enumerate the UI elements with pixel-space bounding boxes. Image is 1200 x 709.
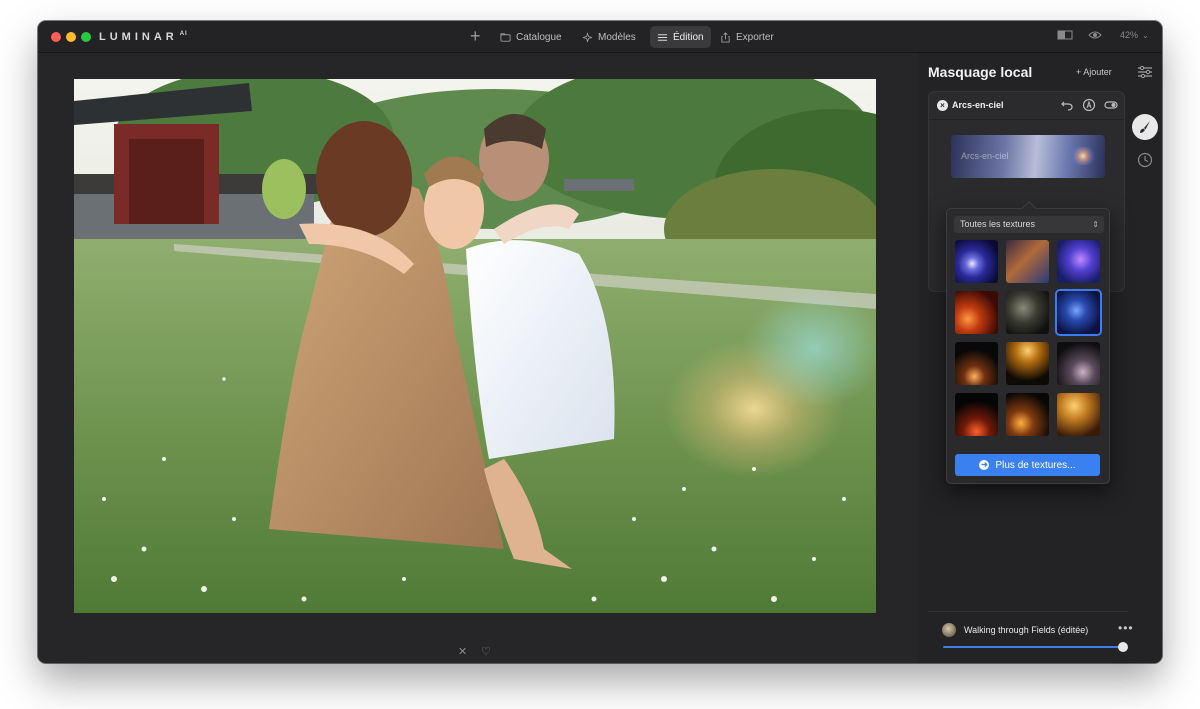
preview-eye-button[interactable] [1088, 30, 1102, 40]
history-button[interactable] [1132, 147, 1158, 173]
texture-tile-1[interactable] [955, 240, 998, 283]
add-photos-button[interactable]: + [470, 26, 481, 46]
app-logo: LUMINAR AI [99, 31, 188, 43]
panel-title: Masquage local [928, 64, 1033, 80]
texture-preview[interactable]: Arcs-en-ciel [951, 135, 1105, 178]
arrow-right-icon: ➜ [979, 460, 990, 470]
mask-a-icon[interactable] [1082, 98, 1096, 112]
close-icon: ✕ [458, 646, 468, 658]
layer-header: × Arcs-en-ciel [929, 92, 1124, 120]
sparkle-icon [582, 32, 593, 42]
photo-image [74, 79, 876, 613]
texture-flare [1071, 147, 1095, 165]
layer-name: Arcs-en-ciel [952, 100, 1004, 110]
brush-icon [1140, 121, 1150, 133]
nav-modeles[interactable]: Modèles [575, 26, 643, 48]
layer-tools [1060, 98, 1118, 112]
compare-button[interactable] [1057, 30, 1073, 40]
canvas-area: ✕ ♡ [38, 53, 918, 663]
texture-filter-select[interactable]: Toutes les textures ⇕ [954, 216, 1104, 233]
texture-tile-12[interactable] [1057, 393, 1100, 436]
clock-icon [1137, 152, 1153, 168]
file-name: Walking through Fields (éditée) [964, 625, 1089, 635]
file-footer: Walking through Fields (éditée) ••• [942, 621, 1134, 653]
texture-tile-9[interactable] [1057, 342, 1100, 385]
adjustments-icon [1138, 65, 1152, 79]
texture-tile-3[interactable] [1057, 240, 1100, 283]
texture-tile-8[interactable] [1006, 342, 1049, 385]
nav-catalogue[interactable]: Catalogue [493, 26, 569, 48]
footer-divider [928, 611, 1138, 612]
main-photo[interactable] [74, 79, 876, 613]
texture-preview-label: Arcs-en-ciel [961, 151, 1009, 161]
nav-exporter[interactable]: Exporter [713, 26, 781, 48]
tool-rail [1128, 53, 1162, 663]
opacity-slider-knob[interactable] [1118, 642, 1128, 652]
texture-tile-7[interactable] [955, 342, 998, 385]
adjustments-button[interactable] [1132, 59, 1158, 85]
texture-tile-2[interactable] [1006, 240, 1049, 283]
add-layer-button[interactable]: + Ajouter [1076, 67, 1112, 77]
titlebar: LUMINAR AI + Catalogue Modèles Édition Ex… [38, 21, 1162, 53]
close-window-button[interactable] [51, 32, 61, 42]
compare-icon [1057, 30, 1073, 40]
zoom-window-button[interactable] [81, 32, 91, 42]
texture-tile-6[interactable] [1057, 291, 1100, 334]
eye-icon [1088, 31, 1102, 39]
sliders-icon [657, 33, 668, 41]
texture-tile-11[interactable] [1006, 393, 1049, 436]
nav-edition[interactable]: Édition [650, 26, 711, 48]
favorite-button[interactable]: ♡ [481, 645, 491, 658]
brush-button[interactable] [1132, 114, 1158, 140]
texture-picker-popup: Toutes les textures ⇕ ➜ Plus de textures… [946, 200, 1110, 484]
texture-tile-10[interactable] [955, 393, 998, 436]
avatar [942, 623, 956, 637]
texture-tile-4[interactable] [955, 291, 998, 334]
texture-tile-5[interactable] [1006, 291, 1049, 334]
opacity-slider-track[interactable] [943, 646, 1121, 648]
undo-icon[interactable] [1060, 98, 1074, 112]
minimize-window-button[interactable] [66, 32, 76, 42]
heart-icon: ♡ [481, 646, 491, 658]
chevron-updown-icon: ⇕ [1092, 220, 1099, 229]
zoom-select[interactable]: 42% ⌄ [1120, 30, 1149, 40]
app-window: LUMINAR AI + Catalogue Modèles Édition Ex… [38, 21, 1162, 663]
more-textures-button[interactable]: ➜ Plus de textures... [955, 454, 1100, 476]
share-icon [721, 31, 730, 43]
more-options-button[interactable]: ••• [1118, 621, 1134, 635]
folder-icon [500, 32, 511, 42]
reject-button[interactable]: ✕ [458, 645, 467, 658]
visibility-toggle-icon[interactable] [1104, 98, 1118, 112]
chevron-down-icon: ⌄ [1142, 30, 1149, 40]
remove-layer-icon[interactable]: × [937, 100, 948, 111]
